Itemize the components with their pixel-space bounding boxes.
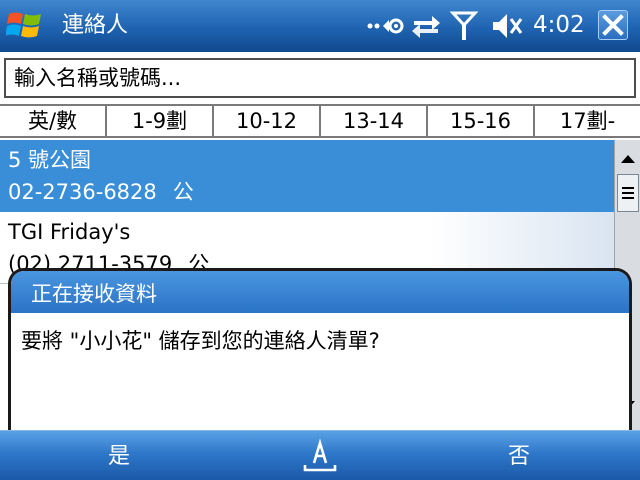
grip-icon xyxy=(622,187,634,199)
softkey-bar: 是 否 xyxy=(0,430,640,480)
tab-strokes-10-12[interactable]: 10-12 xyxy=(214,106,321,136)
contact-row[interactable]: 5 號公園 02-2736-6828 公 xyxy=(0,140,614,212)
scroll-up-arrow-icon[interactable] xyxy=(615,146,640,172)
connectivity-icon[interactable] xyxy=(366,10,406,42)
tab-strokes-1-9[interactable]: 1-9劃 xyxy=(107,106,214,136)
app-title: 連絡人 xyxy=(62,13,129,38)
receive-data-dialog: 正在接收資料 要將 "小小花" 儲存到您的連絡人清單? xyxy=(8,268,632,430)
dialog-title: 正在接收資料 xyxy=(31,282,157,306)
scroll-thumb[interactable] xyxy=(617,174,639,212)
tab-strokes-15-16[interactable]: 15-16 xyxy=(428,106,535,136)
tab-alpha-num[interactable]: 英/數 xyxy=(0,106,107,136)
close-button[interactable] xyxy=(598,10,628,40)
yes-button[interactable]: 是 xyxy=(108,443,130,471)
windows-logo-icon[interactable] xyxy=(6,8,44,44)
search-input[interactable] xyxy=(4,58,636,98)
contact-phone-type: 公 xyxy=(172,180,194,204)
contact-phone-line: 02-2736-6828 公 xyxy=(8,178,194,206)
contact-phone: 02-2736-6828 xyxy=(8,180,157,204)
contact-name: TGI Friday's xyxy=(8,220,131,244)
title-bar: 連絡人 4:02 xyxy=(0,0,640,52)
close-icon xyxy=(602,14,624,36)
no-button[interactable]: 否 xyxy=(508,443,530,471)
dialog-message: 要將 "小小花" 儲存到您的連絡人清單? xyxy=(21,329,380,353)
clock: 4:02 xyxy=(533,12,585,38)
search-area xyxy=(0,52,640,104)
keyboard-input-icon[interactable] xyxy=(302,437,338,475)
tab-strokes-13-14[interactable]: 13-14 xyxy=(321,106,428,136)
index-tabs: 英/數 1-9劃 10-12 13-14 15-16 17劃- xyxy=(0,104,640,138)
dialog-header: 正在接收資料 xyxy=(11,271,629,313)
tab-strokes-17-plus[interactable]: 17劃- xyxy=(535,106,640,136)
speaker-muted-icon[interactable] xyxy=(490,10,524,42)
sync-arrows-icon[interactable] xyxy=(410,10,442,42)
signal-icon[interactable] xyxy=(450,10,478,42)
contact-name: 5 號公園 xyxy=(8,148,92,172)
